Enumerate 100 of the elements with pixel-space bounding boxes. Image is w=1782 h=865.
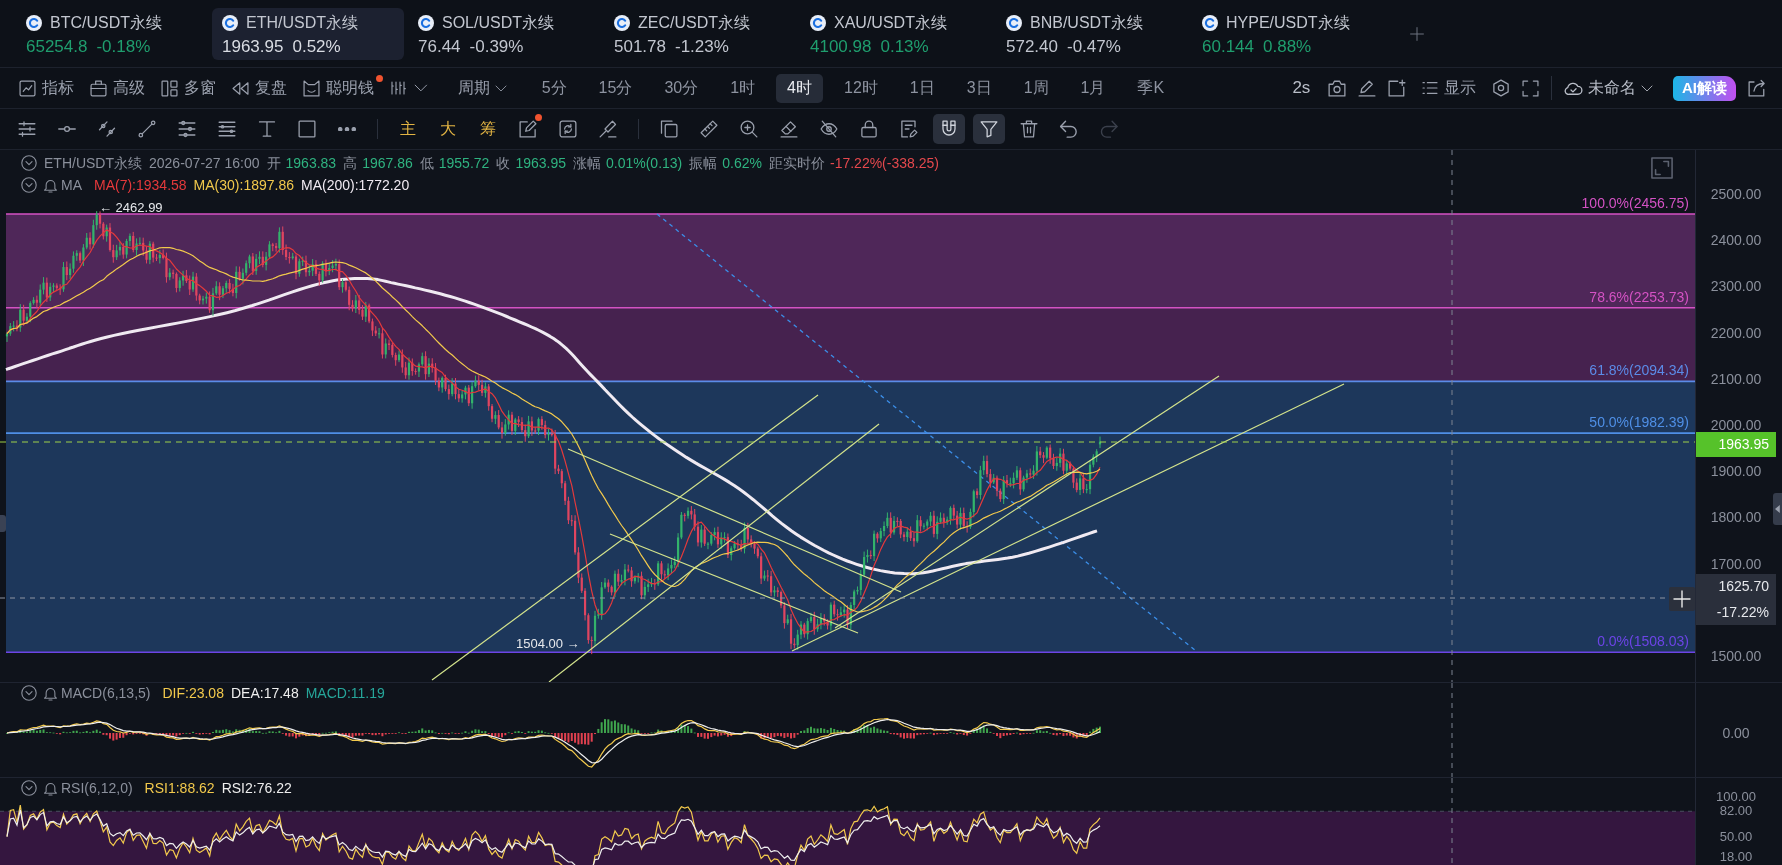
chevron-circle-icon[interactable] xyxy=(21,177,37,193)
ticker-tab[interactable]: HYPE/USDT永续 60.144 0.88% xyxy=(1192,7,1384,60)
ticker-price: 1963.95 xyxy=(222,37,284,56)
camera-icon[interactable] xyxy=(1328,79,1347,97)
caret-icon xyxy=(1775,505,1780,513)
ticker-tab[interactable]: BTC/USDT永续 65254.8 -0.18% xyxy=(16,7,208,60)
chevron-circle-icon[interactable] xyxy=(21,685,37,701)
toolbar-button[interactable]: 筹 xyxy=(472,114,504,144)
toolbar-button[interactable]: 主 xyxy=(392,114,424,144)
bars-icon xyxy=(390,80,406,96)
caret-icon xyxy=(414,84,428,92)
menu-button[interactable]: 多窗 xyxy=(155,74,222,102)
chevron-circle-icon[interactable] xyxy=(21,155,37,171)
brush-icon xyxy=(599,120,617,138)
menu-button[interactable]: 复盘 xyxy=(226,74,293,102)
menu-button[interactable]: 高级 xyxy=(84,74,151,102)
period-tab[interactable]: 5分 xyxy=(530,73,578,103)
indicator-value: DIF:23.08 xyxy=(162,684,224,702)
fullscreen-icon[interactable] xyxy=(1522,79,1540,97)
fib-level-label: 0.0%(1508.03) xyxy=(1597,633,1689,650)
list-icon xyxy=(1422,80,1439,96)
ticker-tab[interactable]: ZEC/USDT永续 501.78 -1.23% xyxy=(604,7,796,60)
interval-button[interactable]: 2s xyxy=(1286,75,1317,101)
axis-label: 82.00 xyxy=(1719,804,1753,818)
field-label: 收 xyxy=(496,154,511,172)
square-plus-icon[interactable] xyxy=(1388,79,1407,97)
line-segment-icon xyxy=(138,120,156,138)
bell-icon[interactable] xyxy=(43,780,58,796)
settings-icon[interactable] xyxy=(1492,79,1511,97)
period-tab[interactable]: 3日 xyxy=(955,73,1003,103)
period-tab[interactable]: 30分 xyxy=(653,73,710,103)
layout-dropdown[interactable]: 未命名 xyxy=(1564,78,1653,98)
coin-icon xyxy=(418,14,434,31)
edit-square-icon xyxy=(519,120,537,138)
period-tab[interactable]: 1月 xyxy=(1069,73,1117,103)
ticker-tab[interactable]: ETH/USDT永续 1963.95 0.52% xyxy=(212,7,404,60)
ticker-tab[interactable]: XAU/USDT永续 4100.98 0.13% xyxy=(800,7,992,60)
indicator-value: MACD:11.19 xyxy=(305,684,385,702)
caret-icon xyxy=(1641,84,1653,92)
sliders-icon xyxy=(18,120,36,138)
field-value: 1955.72 xyxy=(438,154,490,172)
indicator-value: RSI2:76.22 xyxy=(221,779,292,797)
ticker-tab[interactable]: SOL/USDT永续 76.44 -0.39% xyxy=(408,7,600,60)
field-label: 高 xyxy=(343,154,358,172)
period-tab[interactable]: 季K xyxy=(1126,73,1176,103)
display-button[interactable]: 显示 xyxy=(1418,76,1481,100)
stacked-lines-icon xyxy=(218,120,236,138)
fib-level-label: 61.8%(2094.34) xyxy=(1589,362,1689,379)
bell-icon[interactable] xyxy=(43,177,58,193)
expand-icon[interactable] xyxy=(1651,157,1673,179)
field-value: 1967.86 xyxy=(362,154,413,172)
coin-icon xyxy=(26,14,42,31)
bell-icon[interactable] xyxy=(43,685,58,701)
period-tab[interactable]: 1日 xyxy=(898,73,946,103)
ticker-price: 4100.98 xyxy=(810,37,872,56)
eraser-icon xyxy=(780,120,798,138)
ticker-change: -0.47% xyxy=(1067,37,1121,56)
period-tab[interactable]: 4时 xyxy=(776,73,823,103)
ruler-icon xyxy=(700,120,718,138)
ticker-symbol: SOL/USDT永续 xyxy=(442,13,554,32)
indicator-value: MA(7):1934.58 xyxy=(94,176,187,194)
axis-label: 2500.00 xyxy=(1710,187,1762,201)
period-tab[interactable]: 15分 xyxy=(587,73,644,103)
pencil-icon[interactable] xyxy=(1358,79,1377,97)
rewind-icon xyxy=(232,79,249,97)
axis-label: 2000.00 xyxy=(1710,418,1762,432)
ticker-price: 60.144 xyxy=(1202,37,1254,56)
indicator-value: DEA:17.48 xyxy=(230,684,299,702)
menu-button[interactable]: 指标 xyxy=(13,74,80,102)
zoom-in-icon xyxy=(740,120,758,138)
period-tab[interactable]: 12时 xyxy=(833,73,889,103)
more-icon xyxy=(338,126,356,132)
indicator-name: MACD(6,13,5) xyxy=(61,684,151,702)
high-price-marker: ← 2462.99 xyxy=(99,200,163,215)
ticker-tab[interactable]: BNB/USDT永续 572.40 -0.47% xyxy=(996,7,1188,60)
coin-icon xyxy=(810,14,826,31)
field-value: 0.62% xyxy=(722,154,762,172)
symbol-label: ETH/USDT永续 xyxy=(44,154,142,172)
menu-button[interactable]: 聪明钱 xyxy=(297,74,380,102)
toolbar-button[interactable] xyxy=(973,114,1005,144)
fib-level-label: 78.6%(2253.73) xyxy=(1589,288,1689,305)
coin-icon xyxy=(222,14,238,31)
field-label: 低 xyxy=(419,154,434,172)
chevron-circle-icon[interactable] xyxy=(21,780,37,796)
undo-icon xyxy=(1059,120,1079,138)
panel-handle[interactable] xyxy=(0,515,6,532)
period-dropdown[interactable]: 周期 xyxy=(451,74,513,102)
plus-icon[interactable] xyxy=(1669,587,1695,611)
indicator-value: MA(30):1897.86 xyxy=(193,176,294,194)
period-tab[interactable]: 1周 xyxy=(1012,73,1060,103)
panel-handle[interactable] xyxy=(1773,493,1782,525)
fib-level-label: 100.0%(2456.75) xyxy=(1581,195,1689,211)
indicator-name: MA xyxy=(61,176,82,194)
ticker-change: 0.13% xyxy=(880,37,929,56)
ticker-symbol: ZEC/USDT永续 xyxy=(638,13,750,32)
ticker-symbol: XAU/USDT永续 xyxy=(834,13,947,32)
toolbar-button[interactable]: 大 xyxy=(432,114,464,144)
share-icon[interactable] xyxy=(1748,79,1766,97)
period-tab[interactable]: 1时 xyxy=(719,73,767,103)
toolbar-button[interactable] xyxy=(933,114,965,144)
